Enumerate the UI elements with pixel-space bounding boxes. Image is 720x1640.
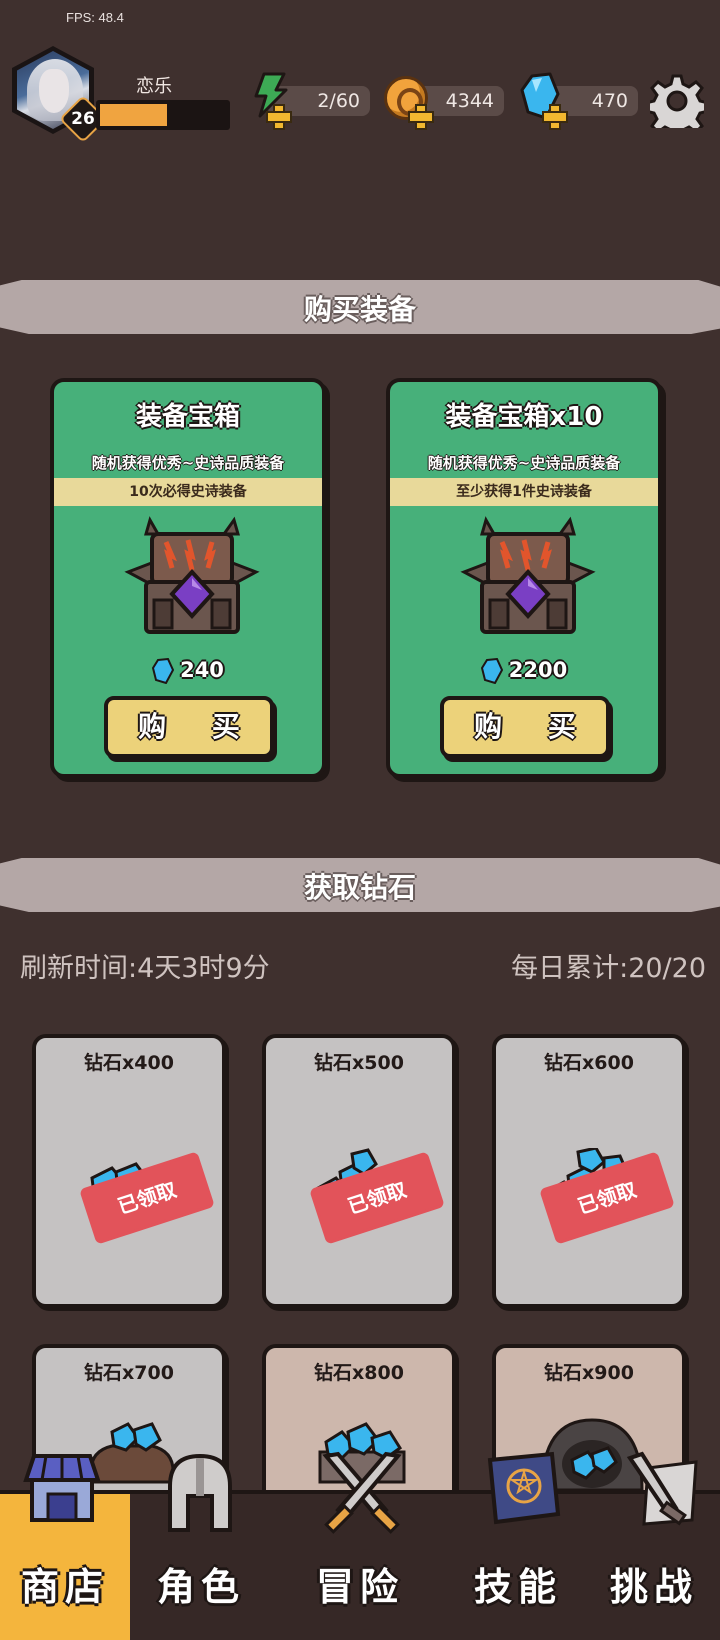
buy-button[interactable]: 购 买	[104, 696, 274, 758]
add-coins-button[interactable]	[408, 104, 434, 130]
chest-card-x10: 装备宝箱x10 随机获得优秀~史诗品质装备 至少获得1件史诗装备 2200 购 …	[386, 378, 662, 778]
chest-note: 10次必得史诗装备	[54, 478, 322, 506]
fps-counter: FPS: 48.4	[66, 10, 124, 25]
helmet-icon	[168, 1453, 232, 1532]
nav-tab-label: 商店	[20, 1565, 109, 1609]
chest-price: 240	[54, 658, 322, 684]
diamond-offer-card[interactable]: 钻石x600 已领取	[492, 1034, 686, 1308]
chest-desc: 随机获得优秀~史诗品质装备	[427, 454, 621, 472]
player-name: 恋乐	[136, 76, 172, 97]
add-gems-button[interactable]	[542, 104, 568, 130]
section-title-gems: 获取钻石	[303, 871, 416, 904]
nav-tab-character[interactable]: 角色	[130, 1453, 272, 1640]
crossed-swords-icon	[322, 1451, 402, 1534]
gem-icon	[152, 658, 175, 684]
exp-bar-fill	[100, 104, 170, 126]
nav-tab-skills[interactable]: 技能	[448, 1451, 588, 1640]
chest-title: 装备宝箱x10	[445, 402, 603, 432]
shop-icon	[23, 1454, 101, 1522]
nav-tab-label: 挑战	[609, 1565, 698, 1609]
nav-tab-challenge[interactable]: 挑战	[588, 1451, 720, 1640]
gear-icon[interactable]	[650, 74, 704, 128]
chest-desc: 随机获得优秀~史诗品质装备	[91, 454, 285, 472]
diamond-offer-card[interactable]: 钻石x400 已领取	[32, 1034, 226, 1308]
nav-tab-adventure[interactable]: 冒险	[272, 1451, 448, 1640]
daily-counter: 每日累计:20/20	[511, 953, 706, 984]
nav-tab-label: 技能	[473, 1565, 562, 1609]
refresh-timer: 刷新时间:4天3时9分	[20, 953, 270, 984]
chest-title: 装备宝箱	[135, 402, 240, 432]
diamond-offer-label: 钻石x700	[84, 1362, 174, 1384]
nav-tab-label: 冒险	[315, 1565, 404, 1609]
diamond-offer-card[interactable]: 钻石x500 已领取	[262, 1034, 456, 1308]
diamond-offer-label: 钻石x400	[84, 1052, 174, 1074]
player-avatar[interactable]: 26	[12, 46, 108, 144]
exp-bar	[96, 100, 230, 130]
chest-price: 2200	[390, 658, 658, 684]
nav-tab-label: 角色	[156, 1565, 245, 1609]
nav-tab-shop[interactable]: 商店	[0, 1454, 130, 1640]
sword-scroll-icon	[626, 1451, 698, 1526]
diamond-offer-label: 钻石x600	[544, 1052, 634, 1074]
buy-button[interactable]: 购 买	[440, 696, 610, 758]
diamond-offer-label: 钻石x500	[314, 1052, 404, 1074]
gem-icon	[480, 658, 503, 684]
add-energy-button[interactable]	[266, 104, 292, 130]
chest-note: 至少获得1件史诗装备	[390, 478, 658, 506]
chest-card-single: 装备宝箱 随机获得优秀~史诗品质装备 10次必得史诗装备 240 购 买	[50, 378, 326, 778]
section-title-buy: 购买装备	[303, 293, 416, 326]
diamond-offer-label: 钻石x900	[544, 1362, 634, 1384]
treasure-chest-icon	[124, 516, 260, 634]
diamond-offer-label: 钻石x800	[314, 1362, 404, 1384]
treasure-chest-icon	[460, 516, 596, 634]
spellbook-icon	[487, 1451, 561, 1525]
bottom-nav: 商店 角色 冒险 技能 挑战	[0, 1451, 720, 1640]
